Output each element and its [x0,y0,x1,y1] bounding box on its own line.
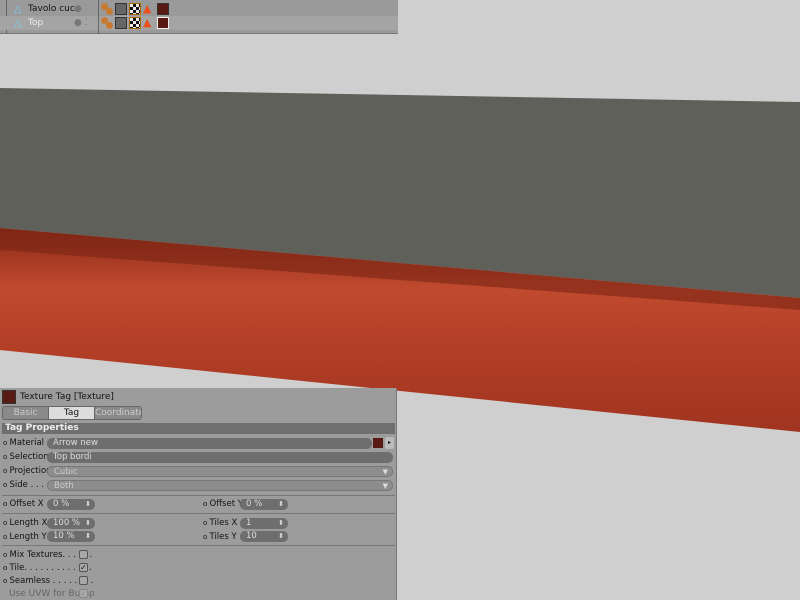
tiles-x-value: 1 [246,518,252,528]
tab-coordinates[interactable]: Coordinates [95,407,141,419]
mix-textures-checkbox[interactable] [79,550,88,559]
offset-y-label: Offset Y [203,499,243,509]
tiles-x-label: Tiles X [203,518,238,528]
tiles-y-stepper[interactable]: 10 ⬍ [240,531,288,542]
tab-basic[interactable]: Basic [3,407,49,419]
attribute-manager: Texture Tag [Texture] Basic Tag Coordina… [0,388,397,600]
visibility-dots[interactable]: ●⁚ [74,4,91,14]
stepper-arrows-icon[interactable]: ⬍ [278,518,284,529]
chevron-down-icon: ▼ [382,482,388,490]
object-name[interactable]: Top [28,18,43,28]
panel-title: Texture Tag [Texture] [20,392,114,402]
stepper-arrows-icon[interactable]: ⬍ [278,499,284,510]
texture-tag-icon[interactable] [157,3,169,15]
divider [2,495,395,496]
object-row-tavolo[interactable]: △ Tavolo cuc ●⁚ ▲ [0,2,398,16]
object-manager: △ Tavolo cuc ●⁚ ▲ △ Top ●⁚ ▲ [0,0,398,34]
side-dropdown[interactable]: Both ▼ [47,480,393,491]
section-header: Tag Properties [2,423,395,434]
phong-tag-icon[interactable] [101,17,113,29]
tag-list: ▲ [101,17,169,29]
chevron-down-icon: ▼ [382,468,388,476]
seamless-checkbox[interactable] [79,576,88,585]
projection-label: Projection [3,466,52,476]
texture-tag-icon [2,390,16,404]
compositing-tag-icon[interactable] [115,17,127,29]
offset-x-value: 0 % [53,499,70,509]
offset-x-stepper[interactable]: 0 % ⬍ [47,499,95,510]
texture-tag-icon[interactable] [157,17,169,29]
stepper-arrows-icon[interactable]: ⬍ [278,531,284,542]
polygon-object-icon: △ [14,3,22,15]
compositing-tag-icon[interactable] [115,3,127,15]
side-value: Both [54,481,74,491]
tab-tag[interactable]: Tag [49,407,95,419]
visibility-dots[interactable]: ●⁚ [74,18,91,28]
tiles-x-stepper[interactable]: 1 ⬍ [240,518,288,529]
divider [2,513,395,514]
selection-tag-icon[interactable]: ▲ [143,3,155,15]
side-label: Side . . . . [3,480,50,490]
material-menu-arrow-icon[interactable]: ▸ [385,437,394,449]
selection-label: Selection [3,452,49,462]
tiles-y-value: 10 [246,531,257,541]
object-name[interactable]: Tavolo cuc [28,4,75,14]
selection-field[interactable]: Top bordi [47,452,393,463]
length-x-value: 100 % [53,518,81,528]
uvw-tag-icon[interactable] [129,17,141,29]
material-swatch [373,438,383,448]
tiles-y-label: Tiles Y [203,532,237,542]
offset-y-value: 0 % [246,499,263,509]
material-label: Material [3,438,45,448]
stepper-arrows-icon[interactable]: ⬍ [85,531,91,542]
length-y-label: Length Y [3,532,47,542]
divider [2,545,395,546]
length-x-stepper[interactable]: 100 % ⬍ [47,518,95,529]
polygon-object-icon: △ [14,17,22,29]
stepper-arrows-icon[interactable]: ⬍ [85,499,91,510]
selection-tag-icon[interactable]: ▲ [143,17,155,29]
tag-list: ▲ [101,3,169,15]
length-y-stepper[interactable]: 10 % ⬍ [47,531,95,542]
length-x-label: Length X [3,518,48,528]
material-field[interactable]: Arrow new [47,438,372,449]
object-row-top[interactable]: △ Top ●⁚ ▲ [0,16,398,30]
stepper-arrows-icon[interactable]: ⬍ [85,518,91,529]
uvw-tag-icon[interactable] [129,3,141,15]
offset-y-stepper[interactable]: 0 % ⬍ [240,499,288,510]
column-divider [98,0,99,34]
use-uvw-checkbox: ✓ [79,589,88,598]
length-y-value: 10 % [53,531,75,541]
offset-x-label: Offset X [3,499,44,509]
tile-checkbox[interactable]: ✓ [79,563,88,572]
projection-dropdown[interactable]: Cubic ▼ [47,466,393,477]
phong-tag-icon[interactable] [101,3,113,15]
projection-value: Cubic [54,467,78,477]
tab-bar: Basic Tag Coordinates [2,406,142,420]
